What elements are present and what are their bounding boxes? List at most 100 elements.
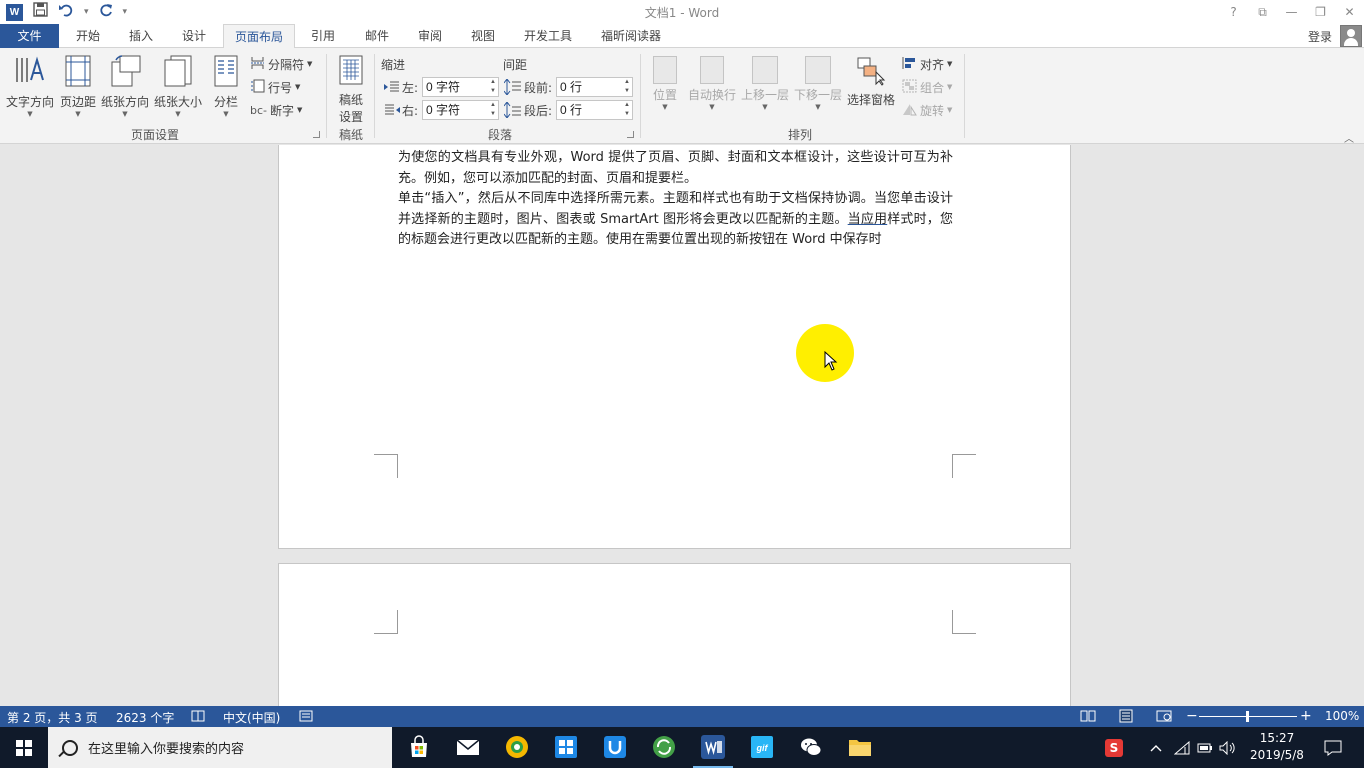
- chevron-down-icon: ▼: [295, 83, 301, 91]
- position-button[interactable]: 位置 ▼: [646, 56, 684, 111]
- close-button[interactable]: ✕: [1335, 0, 1364, 24]
- tab-developer[interactable]: 开发工具: [518, 24, 578, 48]
- collapse-ribbon-icon[interactable]: ︿: [1344, 130, 1354, 145]
- sign-in-link[interactable]: 登录: [1308, 28, 1332, 45]
- document-canvas[interactable]: 为使您的文档具有专业外观，Word 提供了页眉、页脚、封面和文本框设计，这些设计…: [0, 145, 1364, 706]
- page-count-status[interactable]: 第 2 页，共 3 页: [7, 709, 98, 726]
- store-app-icon[interactable]: [407, 735, 431, 759]
- ribbon-display-options-icon[interactable]: ⧉: [1248, 0, 1277, 24]
- window-title: 文档1 - Word: [644, 6, 720, 20]
- zoom-slider-thumb[interactable]: [1246, 711, 1249, 722]
- sogou-ime-icon[interactable]: S: [1103, 727, 1125, 768]
- tab-mailings[interactable]: 邮件: [359, 24, 395, 48]
- tab-file[interactable]: 文件: [0, 24, 59, 48]
- zoom-percent[interactable]: 100%: [1325, 709, 1359, 723]
- spinner-arrows-icon[interactable]: ▲ ▼: [490, 101, 496, 119]
- file-explorer-icon[interactable]: [848, 735, 872, 759]
- wechat-app-icon[interactable]: [799, 735, 823, 759]
- orientation-button[interactable]: 纸张方向 ▼: [100, 54, 150, 118]
- tab-home[interactable]: 开始: [70, 24, 106, 48]
- chevron-down-icon: ▼: [27, 110, 33, 118]
- doc-paragraph-1[interactable]: 为使您的文档具有专业外观，Word 提供了页眉、页脚、封面和文本框设计，这些设计…: [398, 148, 953, 189]
- send-backward-button[interactable]: 下移一层 ▼: [793, 56, 843, 111]
- text-direction-label: 文字方向: [5, 95, 54, 109]
- tab-view[interactable]: 视图: [465, 24, 501, 48]
- position-label: 位置: [652, 88, 677, 102]
- page-setup-dialog-launcher-icon[interactable]: [313, 131, 320, 138]
- indent-left-value: 0 字符: [426, 80, 461, 94]
- tab-references[interactable]: 引用: [305, 24, 341, 48]
- browser-app-icon[interactable]: [505, 735, 529, 759]
- chevron-down-icon: ▼: [709, 103, 715, 111]
- taskbar-clock[interactable]: 15:27 2019/5/8: [1248, 730, 1306, 764]
- taskbar-search-box[interactable]: 在这里输入你要搜索的内容: [48, 727, 392, 768]
- spinner-arrows-icon[interactable]: ▲ ▼: [624, 78, 630, 96]
- document-page[interactable]: [278, 563, 1071, 706]
- chevron-down-icon: ▼: [947, 83, 953, 91]
- macro-recording-icon[interactable]: [299, 710, 313, 725]
- send-backward-label: 下移一层: [793, 88, 842, 102]
- page-size-button[interactable]: 纸张大小 ▼: [152, 54, 204, 118]
- user-avatar-icon[interactable]: [1340, 25, 1362, 47]
- selection-pane-button[interactable]: 选择窗格: [846, 56, 896, 108]
- document-page[interactable]: 为使您的文档具有专业外观，Word 提供了页眉、页脚、封面和文本框设计，这些设计…: [278, 145, 1071, 549]
- word-count-status[interactable]: 2623 个字: [116, 709, 174, 726]
- restore-button[interactable]: ❐: [1306, 0, 1335, 24]
- print-layout-icon[interactable]: [1118, 709, 1134, 726]
- battery-icon[interactable]: [1195, 727, 1215, 768]
- doc-paragraph-2[interactable]: 单击“插入”，然后从不同库中选择所需元素。主题和样式也有助于文档保持协调。当您单…: [398, 189, 953, 251]
- rotate-button[interactable]: 旋转 ▼: [902, 100, 952, 120]
- tab-design[interactable]: 设计: [176, 24, 212, 48]
- hyphenation-button[interactable]: bc- 断字 ▼: [250, 100, 302, 120]
- chevron-down-icon: ▼: [122, 110, 128, 118]
- zoom-out-button[interactable]: −: [1186, 708, 1198, 724]
- margin-corner-mark: [952, 610, 976, 634]
- line-numbers-button[interactable]: 行号 ▼: [250, 77, 300, 97]
- indent-left-input[interactable]: 0 字符 ▲ ▼: [422, 77, 499, 97]
- spacing-after-input[interactable]: 0 行 ▲ ▼: [556, 100, 633, 120]
- draft-paper-settings-button[interactable]: 稿纸 设置: [332, 54, 370, 125]
- spinner-arrows-icon[interactable]: ▲ ▼: [624, 101, 630, 119]
- tab-insert[interactable]: 插入: [123, 24, 159, 48]
- bring-forward-button[interactable]: 上移一层 ▼: [740, 56, 790, 111]
- spacing-after-icon: [503, 101, 522, 121]
- margins-button[interactable]: 页边距 ▼: [58, 54, 98, 118]
- language-status[interactable]: 中文(中国): [223, 709, 280, 726]
- tab-review[interactable]: 审阅: [412, 24, 448, 48]
- spinner-arrows-icon[interactable]: ▲ ▼: [490, 78, 496, 96]
- paragraph-dialog-launcher-icon[interactable]: [627, 131, 634, 138]
- start-button[interactable]: [0, 727, 48, 768]
- task-manager-app-icon[interactable]: [554, 735, 578, 759]
- minimize-button[interactable]: —: [1277, 0, 1306, 24]
- sync-app-icon[interactable]: [652, 735, 676, 759]
- word-taskbar-icon[interactable]: [693, 735, 733, 768]
- hyphenation-label: 断字: [270, 103, 295, 118]
- margin-corner-mark: [374, 454, 398, 478]
- network-icon[interactable]: [1172, 727, 1192, 768]
- draft-button-line2: 设置: [338, 110, 363, 124]
- tray-overflow-icon[interactable]: [1146, 727, 1166, 768]
- breaks-button[interactable]: 分隔符 ▼: [250, 54, 312, 74]
- volume-icon[interactable]: [1217, 727, 1237, 768]
- web-layout-icon[interactable]: [1156, 710, 1172, 725]
- zoom-in-button[interactable]: +: [1300, 708, 1312, 724]
- proofing-icon[interactable]: [191, 710, 205, 725]
- align-button[interactable]: 对齐 ▼: [902, 54, 952, 74]
- draft-button-line1: 稿纸: [338, 93, 363, 107]
- indent-right-input[interactable]: 0 字符 ▲ ▼: [422, 100, 499, 120]
- tab-page-layout[interactable]: 页面布局: [223, 24, 295, 49]
- chevron-down-icon: ▼: [662, 103, 668, 111]
- text-direction-button[interactable]: 文字方向 ▼: [4, 54, 56, 118]
- tab-foxit-reader[interactable]: 福昕阅读器: [595, 24, 667, 48]
- wrap-text-button[interactable]: 自动换行 ▼: [686, 56, 738, 111]
- help-icon[interactable]: ?: [1219, 0, 1248, 24]
- columns-button[interactable]: 分栏 ▼: [208, 54, 244, 118]
- group-objects-button[interactable]: 组合 ▼: [902, 77, 952, 97]
- margin-corner-mark: [374, 610, 398, 634]
- read-mode-icon[interactable]: [1080, 710, 1096, 725]
- notification-center-icon[interactable]: [1320, 727, 1346, 768]
- spacing-before-input[interactable]: 0 行 ▲ ▼: [556, 77, 633, 97]
- gif-app-icon[interactable]: gif: [750, 735, 774, 759]
- mail-app-icon[interactable]: [456, 735, 480, 759]
- chat-app-icon[interactable]: [603, 735, 627, 759]
